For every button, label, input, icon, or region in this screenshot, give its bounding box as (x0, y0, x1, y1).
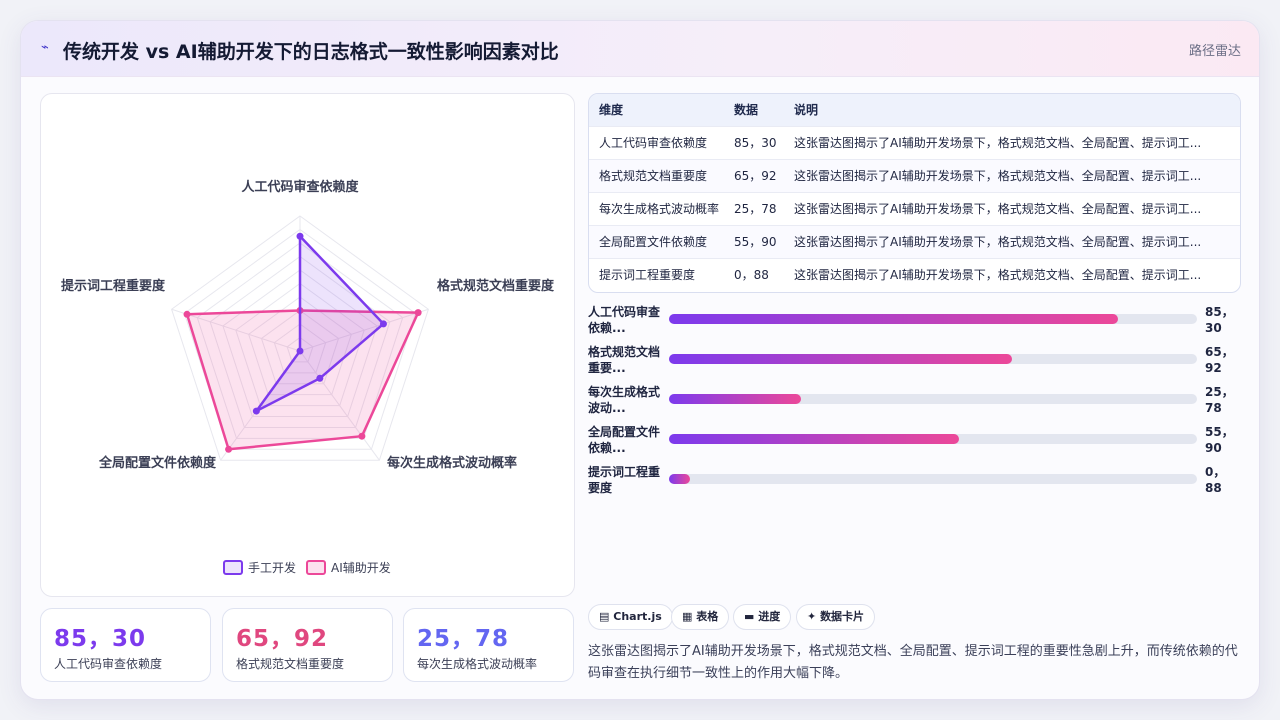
progress-fill (669, 354, 1013, 364)
progress-value: 65，92 (1205, 345, 1234, 375)
chart-description: 这张雷达图揭示了AI辅助开发场景下，格式规范文档、全局配置、提示词工程的重要性急… (588, 644, 1238, 681)
chart-type-tag: 路径雷达 (1188, 44, 1241, 59)
data-point (379, 320, 387, 328)
progress-track (669, 434, 1197, 444)
legend-swatch (306, 560, 326, 575)
stat-label: 人工代码审查依赖度 (54, 657, 163, 671)
progress-row: 格式规范文档重要... 65，92 (588, 344, 1241, 378)
data-table: 维度 数据 说明 人工代码审查依赖度 85，30 这张雷达图揭示了AI辅助开发场… (588, 93, 1241, 293)
progress-fill (669, 314, 1118, 324)
cell-dimension: 格式规范文档重要度 (589, 158, 734, 192)
column-header: 维度 (589, 94, 734, 126)
cell-data: 65，92 (734, 158, 794, 192)
cell-note: 这张雷达图揭示了AI辅助开发场景下，格式规范文档、全局配置、提示词工... (794, 257, 1240, 291)
stat-card: 25，78 每次生成格式波动概率 (403, 608, 574, 682)
cell-dimension: 全局配置文件依赖度 (589, 224, 734, 258)
progress-row: 全局配置文件依赖... 55，90 (588, 424, 1241, 458)
chart-icon: ▤ (599, 610, 610, 623)
radar-chart-panel: 人工代码审查依赖度格式规范文档重要度每次生成格式波动概率 全局配置文件依赖度 提示词… (40, 93, 575, 597)
legend-swatch (223, 560, 243, 575)
column-header: 数据 (734, 94, 794, 126)
table-header-row: 维度 数据 说明 (589, 94, 1240, 126)
chip-label: 进度 (758, 610, 781, 623)
progress-track (669, 354, 1197, 364)
cell-dimension: 提示词工程重要度 (589, 257, 734, 291)
chip-label: Chart.js (613, 610, 662, 623)
data-point (296, 232, 304, 240)
stat-value: 85，30 (54, 626, 147, 652)
stat-card: 85，30 人工代码审查依赖度 (40, 608, 211, 682)
progress-track (669, 314, 1197, 324)
chip-progress[interactable]: ▬ 进度 (733, 604, 792, 630)
cell-data: 0，88 (734, 257, 794, 291)
axis-label: 人工代码审查依赖度 (241, 179, 359, 195)
chip-data-card[interactable]: ✦ 数据卡片 (796, 604, 876, 630)
cell-note: 这张雷达图揭示了AI辅助开发场景下，格式规范文档、全局配置、提示词工... (794, 191, 1240, 225)
legend-label: 手工开发 (248, 560, 296, 575)
progress-fill (669, 474, 691, 484)
page-title: 传统开发 vs AI辅助开发下的日志格式一致性影响因素对比 (63, 41, 559, 63)
table-row: 全局配置文件依赖度 55，90 这张雷达图揭示了AI辅助开发场景下，格式规范文档… (589, 224, 1240, 258)
cell-dimension: 每次生成格式波动概率 (589, 191, 734, 225)
chip-chartjs[interactable]: ▤ Chart.js (588, 604, 673, 630)
chip-label: 表格 (696, 610, 719, 623)
axis-label: 提示词工程重要度 (61, 278, 166, 294)
cell-data: 85，30 (734, 125, 794, 159)
progress-label: 每次生成格式波动... (588, 385, 661, 415)
progress-fill (669, 394, 801, 404)
stat-label: 格式规范文档重要度 (236, 657, 345, 671)
progress-fill (669, 434, 960, 444)
table-row: 格式规范文档重要度 65，92 这张雷达图揭示了AI辅助开发场景下，格式规范文档… (589, 158, 1240, 192)
radar-chart: 人工代码审查依赖度格式规范文档重要度每次生成格式波动概率 全局配置文件依赖度 提示词… (61, 179, 555, 575)
cell-note: 这张雷达图揭示了AI辅助开发场景下，格式规范文档、全局配置、提示词工... (794, 224, 1240, 258)
progress-row: 人工代码审查依赖... 85，30 (588, 304, 1241, 338)
chip-table[interactable]: ▦ 表格 (671, 604, 730, 630)
progress-value: 25，78 (1205, 385, 1234, 415)
stat-card: 65，92 格式规范文档重要度 (222, 608, 393, 682)
table-row: 提示词工程重要度 0，88 这张雷达图揭示了AI辅助开发场景下，格式规范文档、全… (589, 257, 1240, 291)
data-point (296, 347, 304, 355)
table-row: 人工代码审查依赖度 85，30 这张雷达图揭示了AI辅助开发场景下，格式规范文档… (589, 125, 1240, 159)
cell-data: 25，78 (734, 191, 794, 225)
column-header: 说明 (794, 94, 1240, 126)
progress-label: 人工代码审查依赖... (588, 305, 661, 335)
data-point (252, 407, 260, 415)
axis-label: 格式规范文档重要度 (437, 278, 555, 294)
cell-dimension: 人工代码审查依赖度 (589, 125, 734, 159)
progress-value: 0，88 (1205, 465, 1226, 495)
table-row: 每次生成格式波动概率 25，78 这张雷达图揭示了AI辅助开发场景下，格式规范文… (589, 191, 1240, 225)
stat-label: 每次生成格式波动概率 (417, 657, 538, 671)
data-point (183, 310, 191, 318)
axis-label: 全局配置文件依赖度 (98, 455, 217, 471)
table-icon: ▦ (682, 610, 693, 623)
progress-track (669, 394, 1197, 404)
stat-value: 65，92 (236, 626, 329, 652)
progress-value: 55，90 (1205, 425, 1234, 455)
progress-track (669, 474, 1197, 484)
progress-label: 全局配置文件依赖... (588, 425, 661, 455)
pulse-icon: ⌁ (41, 40, 49, 55)
progress-label: 格式规范文档重要... (588, 345, 661, 375)
data-point (358, 432, 366, 440)
data-point (316, 374, 324, 382)
data-point (225, 445, 233, 453)
progress-value: 85，30 (1205, 305, 1234, 335)
progress-label: 提示词工程重要度 (588, 465, 661, 495)
cell-note: 这张雷达图揭示了AI辅助开发场景下，格式规范文档、全局配置、提示词工... (794, 125, 1240, 159)
progress-icon: ▬ (744, 610, 755, 623)
axis-label: 每次生成格式波动概率 (387, 455, 517, 471)
header-bar: ⌁ 传统开发 vs AI辅助开发下的日志格式一致性影响因素对比 路径雷达 (21, 21, 1259, 77)
stat-value: 25，78 (417, 626, 510, 652)
cell-note: 这张雷达图揭示了AI辅助开发场景下，格式规范文档、全局配置、提示词工... (794, 158, 1240, 192)
legend-label: AI辅助开发 (331, 560, 391, 575)
dashboard-card: ⌁ 传统开发 vs AI辅助开发下的日志格式一致性影响因素对比 路径雷达 人工代… (20, 20, 1260, 700)
progress-row: 每次生成格式波动... 25，78 (588, 384, 1241, 418)
data-point (414, 309, 422, 317)
sparkle-icon: ✦ (807, 610, 817, 623)
progress-row: 提示词工程重要度 0，88 (588, 464, 1241, 498)
cell-data: 55，90 (734, 224, 794, 258)
chip-label: 数据卡片 (820, 610, 865, 623)
